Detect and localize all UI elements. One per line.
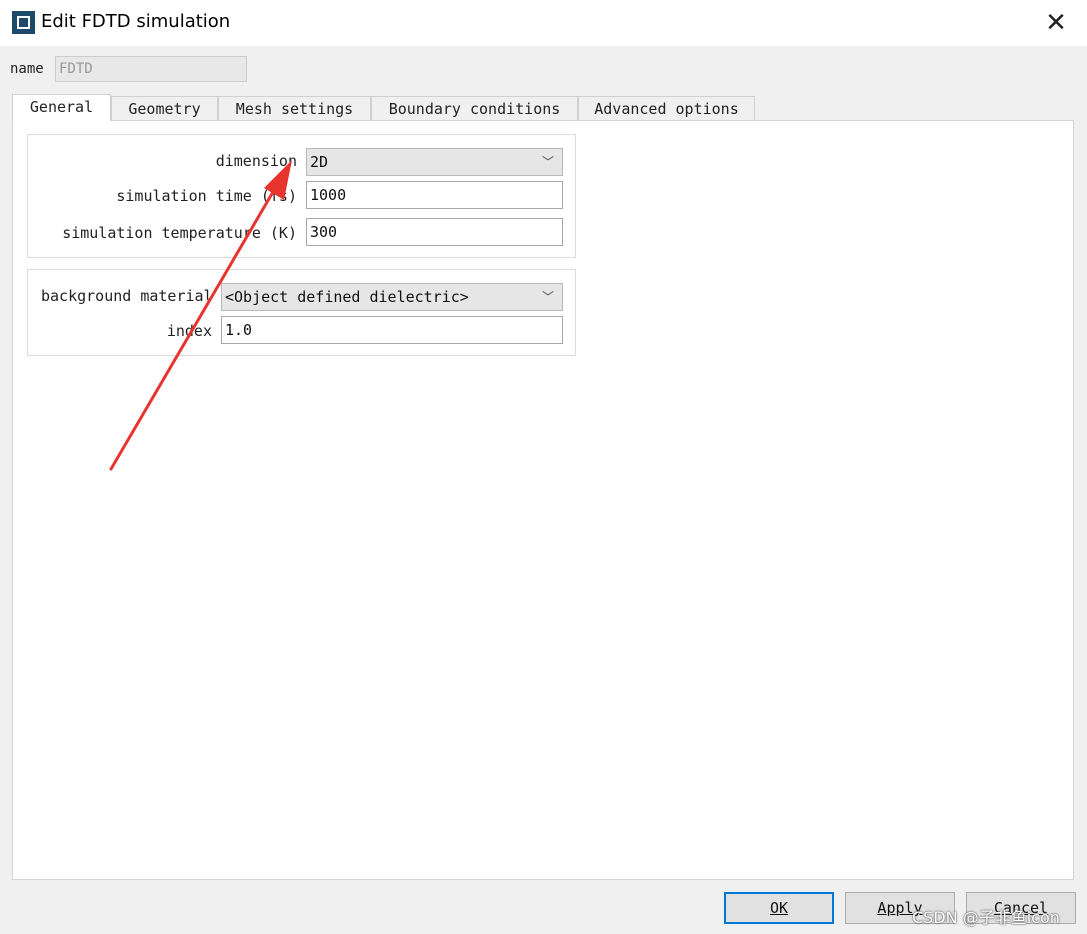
close-icon[interactable]: ✕ [1039, 6, 1073, 40]
app-icon [12, 11, 35, 34]
simulation-time-label: simulation time (fs) [116, 187, 297, 205]
watermark: CSDN @子非鱼icon [912, 908, 1060, 927]
simulation-time-input[interactable]: 1000 [306, 181, 563, 209]
tab-advanced-options[interactable]: Advanced options [578, 96, 755, 120]
name-input[interactable]: FDTD [55, 56, 247, 82]
tab-geometry[interactable]: Geometry [111, 96, 218, 120]
tab-boundary-conditions[interactable]: Boundary conditions [371, 96, 578, 120]
index-label: index [166, 322, 212, 340]
tab-general[interactable]: General [12, 94, 111, 121]
background-material-label: background material [41, 287, 213, 305]
title-bar: Edit FDTD simulation ✕ [0, 0, 1087, 46]
background-material-value: <Object defined dielectric> [225, 288, 469, 306]
background-material-select[interactable]: <Object defined dielectric> ﹀ [221, 283, 563, 311]
dimension-label: dimension [215, 152, 297, 170]
name-label: name [10, 61, 44, 77]
ok-button[interactable]: OK [724, 892, 834, 924]
tab-mesh-settings[interactable]: Mesh settings [218, 96, 371, 120]
chevron-down-icon: ﹀ [541, 290, 554, 304]
chevron-down-icon: ﹀ [541, 155, 554, 169]
dimension-value: 2D [310, 153, 329, 171]
background-material-group: background material <Object defined diel… [27, 269, 576, 356]
dimension-select[interactable]: 2D ﹀ [306, 148, 563, 176]
simulation-settings-group: dimension 2D ﹀ simulation time (fs) 1000… [27, 134, 576, 258]
general-panel: dimension 2D ﹀ simulation time (fs) 1000… [12, 120, 1074, 880]
simulation-temperature-label: simulation temperature (K) [62, 224, 297, 242]
index-input[interactable]: 1.0 [221, 316, 563, 344]
window-title: Edit FDTD simulation [41, 11, 231, 32]
simulation-temperature-input[interactable]: 300 [306, 218, 563, 246]
